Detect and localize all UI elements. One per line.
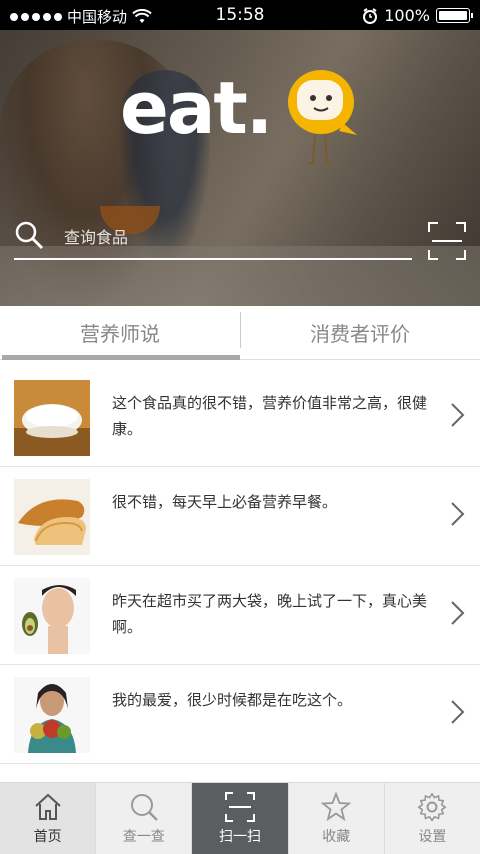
nav-settings-label: 设置	[418, 828, 447, 845]
tab-dietitian[interactable]: 营养师说	[0, 306, 240, 360]
review-text: 这个食品真的很不错，营养价值非常之高，很健康。	[112, 394, 428, 438]
battery-percent: 100%	[384, 6, 430, 25]
nav-home[interactable]: 首页	[0, 783, 97, 854]
list-item[interactable]: 我的最爱，很少时候都是在吃这个。	[0, 665, 480, 764]
hero-banner: eat.	[0, 30, 480, 306]
tab-divider	[240, 312, 241, 348]
chevron-right-icon	[451, 502, 465, 526]
home-icon	[34, 793, 61, 820]
list-item[interactable]: 这个食品真的很不错，营养价值非常之高，很健康。	[0, 368, 480, 467]
thumb-woman-fruit	[14, 677, 90, 753]
nav-search-label: 查一查	[122, 828, 165, 845]
chevron-right-icon	[451, 403, 465, 427]
review-list: 这个食品真的很不错，营养价值非常之高，很健康。 很不错，每天早上必备营养早餐。 …	[0, 368, 480, 764]
search-bar[interactable]	[14, 216, 412, 260]
battery-icon	[436, 8, 473, 23]
nav-settings[interactable]: 设置	[385, 783, 480, 854]
mascot-icon	[288, 70, 357, 164]
chevron-right-icon	[451, 700, 465, 724]
search-icon	[130, 793, 158, 821]
chevron-right-icon	[451, 601, 465, 625]
nav-scan-label: 扫一扫	[219, 828, 261, 845]
nav-search[interactable]: 查一查	[96, 783, 193, 854]
search-icon	[15, 221, 44, 250]
list-item[interactable]: 昨天在超市买了两大袋，晚上试了一下，真心美啊。	[0, 566, 480, 665]
bottom-nav: 首页 查一查 扫一扫 收藏 设置	[0, 782, 480, 854]
app-logo-text: eat.	[120, 66, 273, 150]
thumb-bread	[14, 479, 90, 555]
nav-favorites-label: 收藏	[322, 828, 351, 845]
scan-button[interactable]	[428, 222, 466, 260]
star-icon	[321, 791, 352, 821]
review-text: 我的最爱，很少时候都是在吃这个。	[112, 691, 353, 709]
gear-icon	[417, 792, 447, 822]
status-right: 100%	[362, 6, 473, 25]
review-text: 昨天在超市买了两大袋，晚上试了一下，真心美啊。	[112, 592, 428, 636]
scan-icon	[225, 791, 255, 822]
review-text: 很不错，每天早上必备营养早餐。	[112, 493, 338, 511]
list-item[interactable]: 很不错，每天早上必备营养早餐。	[0, 467, 480, 566]
thumb-woman-avocado	[14, 578, 90, 654]
nav-favorites[interactable]: 收藏	[289, 783, 385, 854]
search-input[interactable]	[64, 224, 394, 250]
thumb-rice-bowl	[14, 380, 90, 456]
nav-scan[interactable]: 扫一扫	[192, 783, 289, 854]
nav-home-label: 首页	[33, 828, 62, 845]
status-bar: 中国移动 15:58 100%	[0, 0, 480, 30]
tab-consumer-reviews[interactable]: 消费者评价	[240, 306, 480, 359]
alarm-icon	[363, 7, 378, 24]
